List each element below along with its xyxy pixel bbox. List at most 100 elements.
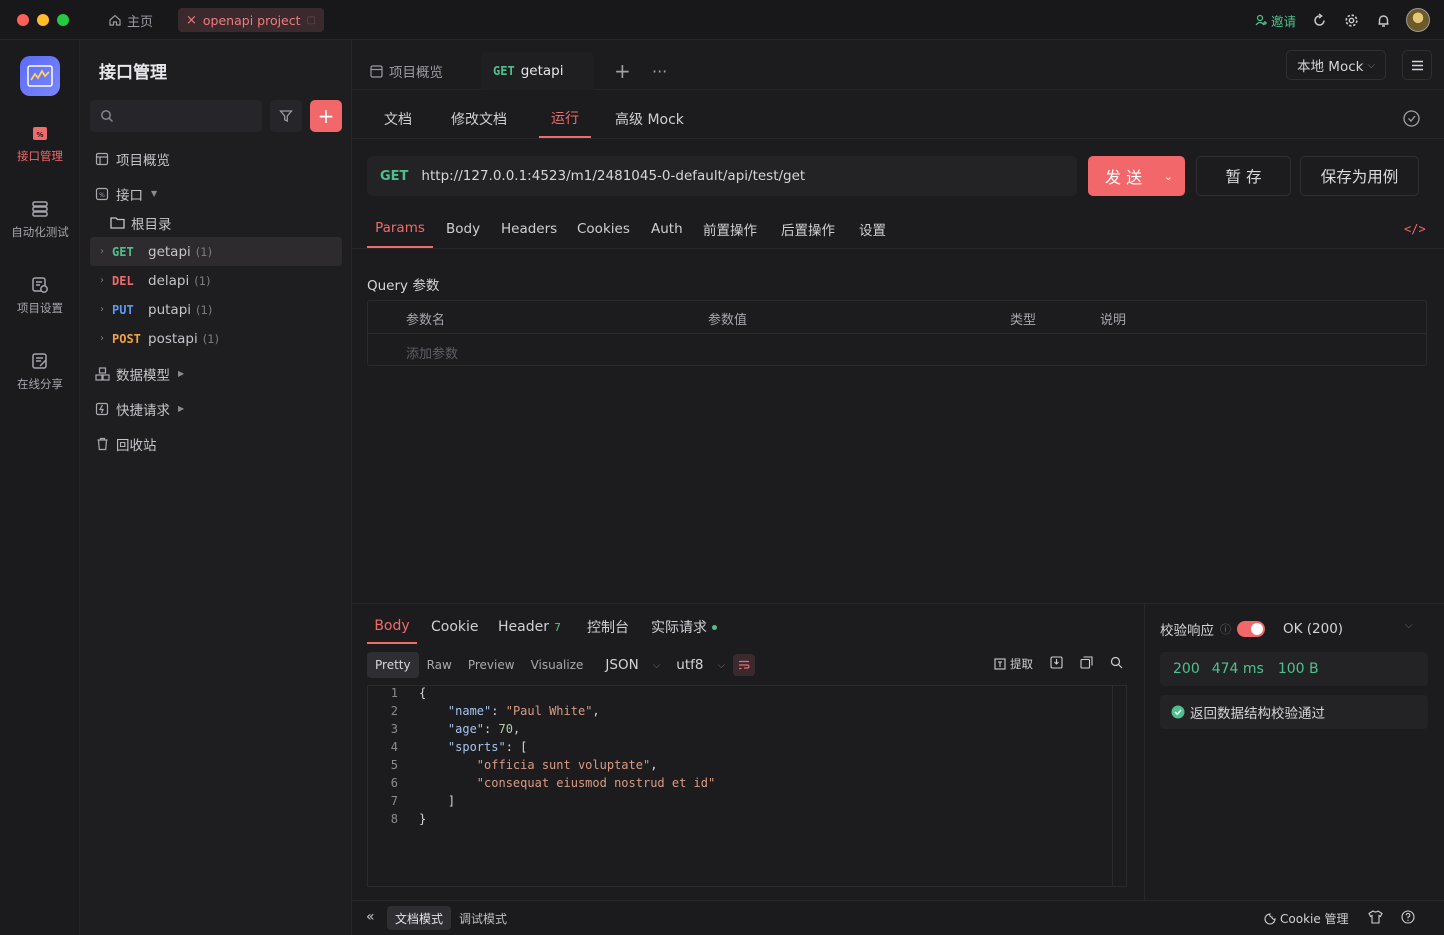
sidebar-item-label: 数据模型 [116, 367, 170, 384]
cookie-icon [1264, 912, 1276, 925]
wrap-toggle[interactable] [733, 654, 756, 676]
sidebar-item-putapi[interactable]: › PUT putapi (1) [90, 295, 342, 324]
chevron-down-icon[interactable]: ⌵ [1405, 620, 1413, 631]
tab-project-overview[interactable]: 项目概览 [358, 52, 455, 90]
tab-cookies[interactable]: Cookies [577, 210, 630, 248]
shirt-icon[interactable] [1368, 910, 1383, 924]
subtab-advanced-mock[interactable]: 高级 Mock [615, 100, 684, 138]
subtab-run[interactable]: 运行 [539, 100, 591, 138]
new-tab-button[interactable]: + [602, 52, 643, 90]
maximize-window-button[interactable] [57, 14, 69, 26]
chevron-down-icon: ⌵ [652, 659, 661, 671]
chevron-down-icon[interactable]: ⌄ [1164, 170, 1173, 183]
avatar[interactable] [1406, 8, 1430, 32]
tab-pre-actions[interactable]: 前置操作 [703, 210, 757, 248]
format-preview[interactable]: Preview [460, 652, 523, 678]
format-raw[interactable]: Raw [419, 652, 460, 678]
home-icon [108, 13, 122, 27]
request-method[interactable]: GET [380, 169, 408, 184]
copy-icon[interactable] [1080, 656, 1093, 669]
code-icon[interactable]: </> [1404, 222, 1426, 236]
validate-response-row: 校验响应 ⓘ OK (200) [1160, 619, 1343, 639]
format-pretty[interactable]: Pretty [367, 652, 419, 678]
format-type-select[interactable]: JSON ⌵ [597, 652, 668, 678]
menu-button[interactable] [1402, 50, 1432, 80]
save-temp-button[interactable]: 暂 存 [1196, 156, 1291, 196]
search-input[interactable] [90, 100, 262, 132]
response-tab-cookie[interactable]: Cookie [431, 610, 479, 644]
rail-item-online-share[interactable]: 在线分享 [0, 352, 80, 392]
gear-icon[interactable] [1342, 11, 1360, 29]
close-tab-icon[interactable]: × [186, 13, 197, 28]
response-code-viewer[interactable]: 1{ 2 "name": "Paul White", 3 "age": 70, … [367, 685, 1127, 887]
api-count: (1) [195, 244, 213, 259]
response-tab-console[interactable]: 控制台 [587, 610, 629, 644]
rail-item-label: 接口管理 [17, 149, 63, 163]
add-param-input[interactable]: 添加参数 [406, 343, 458, 362]
scrollbar[interactable] [1112, 686, 1126, 886]
help-icon[interactable] [1401, 910, 1415, 924]
rail-item-label: 自动化测试 [11, 225, 69, 239]
sidebar-item-delapi[interactable]: › DEL delapi (1) [90, 266, 342, 295]
format-visualize[interactable]: Visualize [523, 652, 592, 678]
tab-settings[interactable]: 设置 [859, 210, 886, 248]
extract-button[interactable]: 提取 [994, 656, 1033, 672]
mock-environment-select[interactable]: 本地 Mock ⌵ [1286, 50, 1386, 80]
rail-item-project-settings[interactable]: 项目设置 [0, 276, 80, 316]
tab-auth[interactable]: Auth [651, 210, 683, 248]
cookie-management-button[interactable]: Cookie 管理 [1264, 910, 1349, 927]
sidebar-item-postapi[interactable]: › POST postapi (1) [90, 324, 342, 353]
response-tab-header[interactable]: Header 7 [498, 610, 561, 644]
tab-getapi[interactable]: GET getapi [481, 52, 594, 90]
send-button[interactable]: 发 送 ⌄ [1088, 156, 1185, 196]
validation-panel: 校验响应 ⓘ OK (200) ⌵ 200 474 ms 100 B 返回数据结… [1144, 604, 1444, 901]
validate-toggle[interactable] [1237, 621, 1265, 637]
sidebar-item-root-dir[interactable]: 根目录 [90, 208, 342, 237]
tab-headers[interactable]: Headers [501, 210, 557, 248]
rail-item-api-management[interactable]: % 接口管理 [0, 124, 80, 164]
save-response-icon[interactable] [1050, 656, 1063, 669]
sidebar-item-quick-request[interactable]: 快捷请求 ▶ [90, 394, 342, 423]
minimize-window-button[interactable] [37, 14, 49, 26]
debug-mode-button[interactable]: 调试模式 [451, 906, 515, 930]
bell-icon[interactable] [1374, 11, 1392, 29]
response-panel: Body Cookie Header 7 控制台 实际请求 Pretty Raw… [352, 603, 1444, 901]
tab-body[interactable]: Body [446, 210, 480, 248]
response-tab-actual-request[interactable]: 实际请求 [651, 610, 717, 644]
collapse-sidebar-icon[interactable]: « [366, 909, 375, 925]
sidebar-item-overview[interactable]: 项目概览 [90, 144, 342, 173]
tab-params[interactable]: Params [367, 210, 433, 248]
column-header-description: 说明 [1100, 313, 1127, 328]
line-number: 5 [390, 758, 398, 772]
project-tab[interactable]: × openapi project ▢ [178, 8, 324, 32]
tab-post-actions[interactable]: 后置操作 [781, 210, 835, 248]
save-as-case-button[interactable]: 保存为用例 [1300, 156, 1419, 196]
response-tab-body[interactable]: Body [367, 610, 417, 644]
more-tabs-button[interactable]: ··· [640, 52, 679, 90]
tab-method: GET [493, 64, 515, 78]
sync-icon[interactable] [1310, 11, 1328, 29]
rail-item-automation-test[interactable]: 自动化测试 [0, 200, 80, 240]
url-input[interactable]: GET http://127.0.0.1:4523/m1/2481045-0-d… [367, 156, 1077, 196]
filter-button[interactable] [270, 100, 302, 132]
subtab-edit-doc[interactable]: 修改文档 [451, 100, 507, 138]
search-icon[interactable] [1110, 656, 1123, 669]
api-name: getapi [148, 243, 191, 260]
api-name: delapi [148, 272, 190, 289]
sidebar-item-api-group[interactable]: % 接口 ▼ [90, 179, 342, 208]
invite-button[interactable]: 邀请 [1255, 11, 1296, 30]
subtab-doc[interactable]: 文档 [384, 100, 412, 138]
sidebar-item-data-model[interactable]: 数据模型 ▶ [90, 359, 342, 388]
sidebar-item-getapi[interactable]: › GET getapi (1) [90, 237, 342, 266]
history-icon[interactable] [1402, 109, 1421, 128]
close-window-button[interactable] [17, 14, 29, 26]
expected-status[interactable]: OK (200) [1283, 621, 1343, 637]
line-number: 4 [390, 740, 398, 754]
app-logo [20, 56, 60, 96]
home-tab[interactable]: 主页 [108, 8, 153, 32]
trash-icon [94, 437, 110, 451]
add-api-button[interactable]: + [310, 100, 342, 132]
encoding-select[interactable]: utf8 ⌵ [668, 652, 733, 678]
sidebar-item-recycle-bin[interactable]: 回收站 [90, 429, 342, 458]
doc-mode-button[interactable]: 文档模式 [387, 906, 452, 930]
